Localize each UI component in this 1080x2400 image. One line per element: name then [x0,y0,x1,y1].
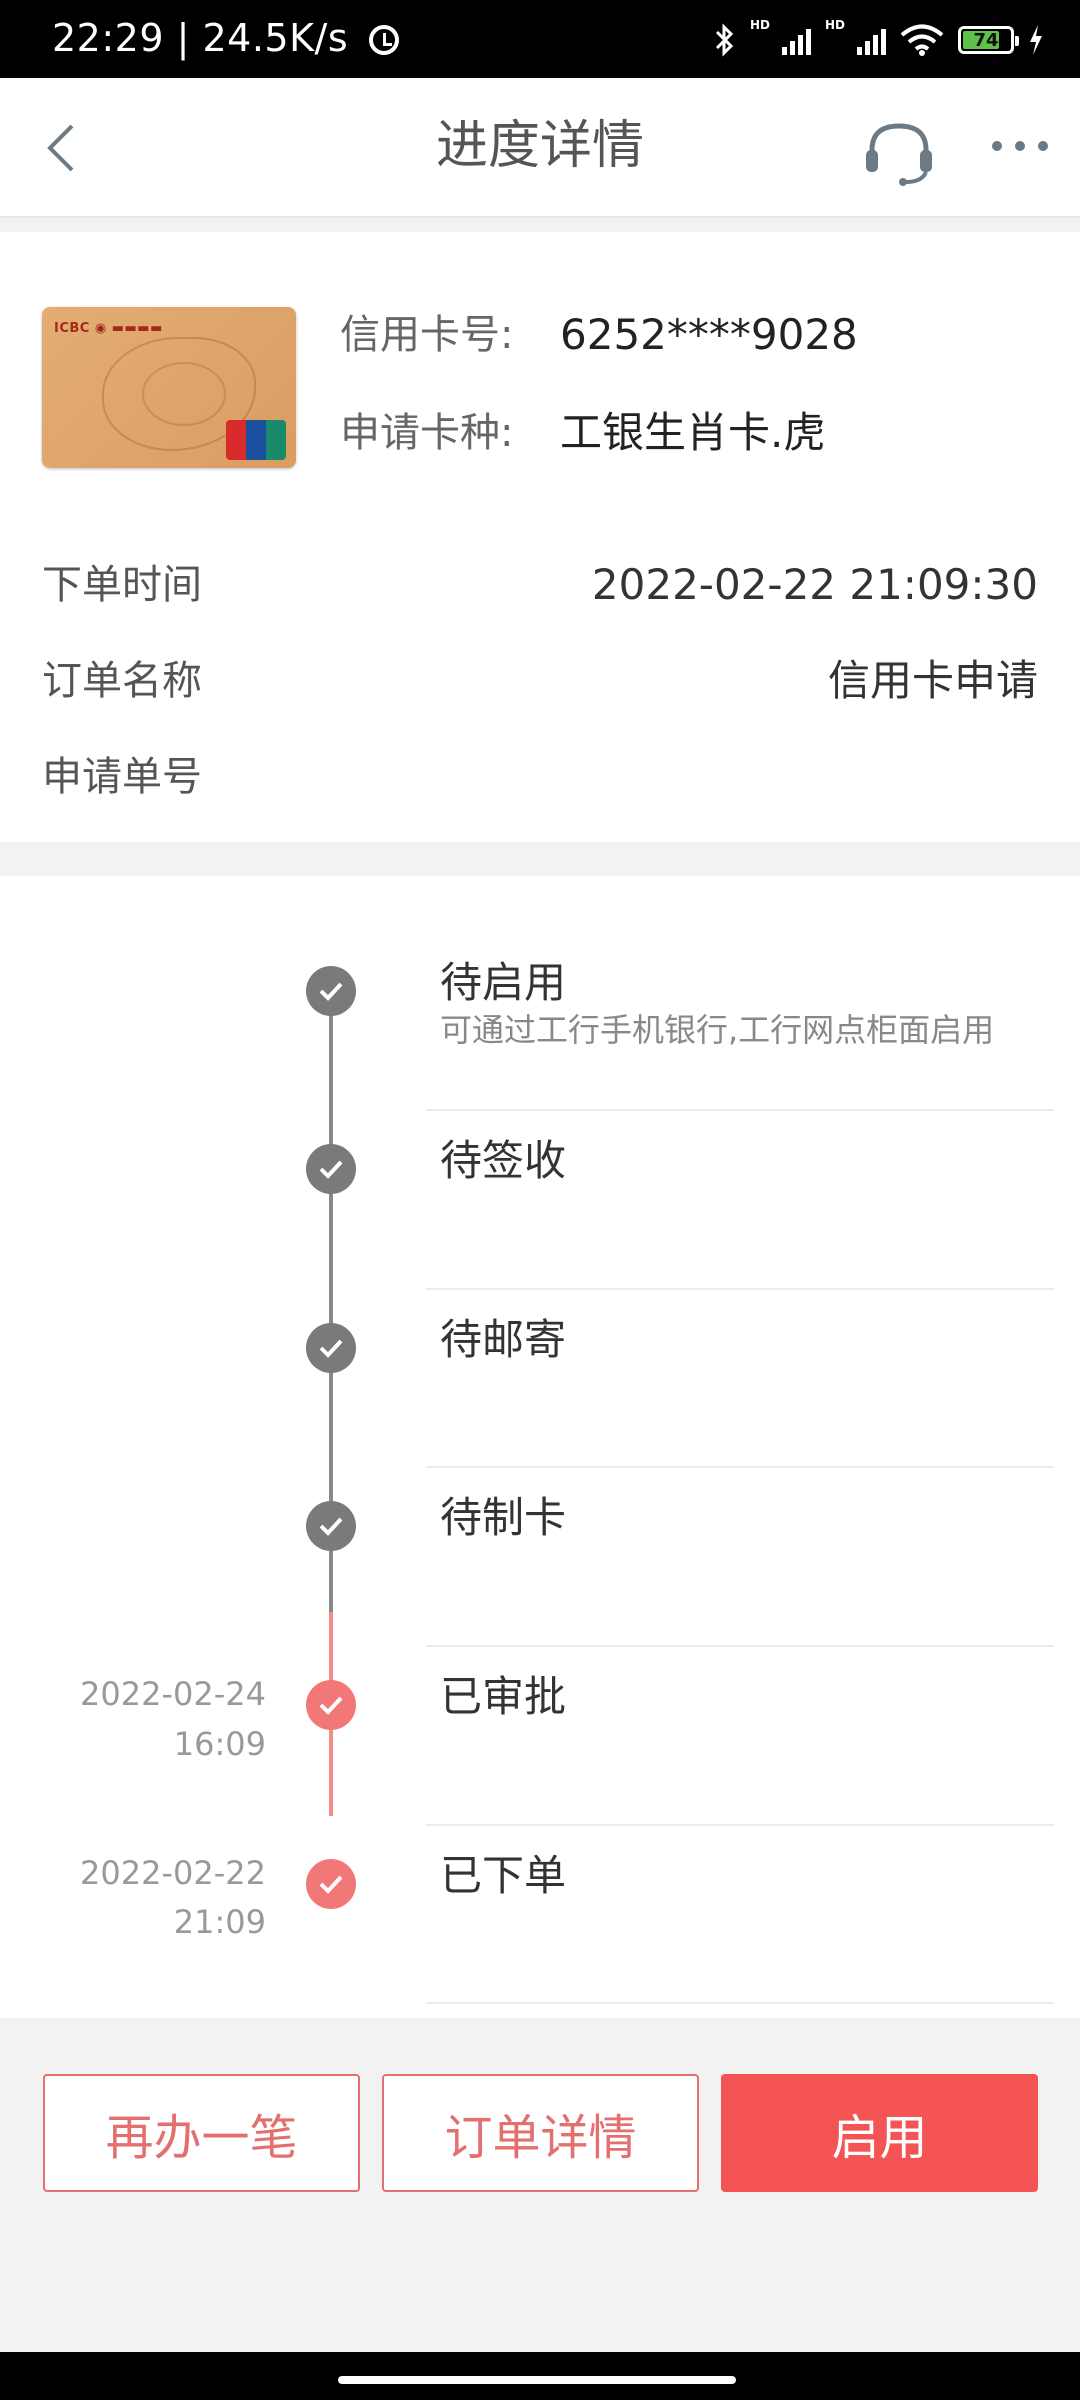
network-speed: 24.5K/s [202,16,349,60]
divider [426,2002,1054,2004]
bank-logo: ICBC ◉ ▬▬▬▬ [54,321,163,336]
step-time: 16:09 [173,1725,266,1763]
order-detail-button[interactable]: 订单详情 [382,2074,699,2192]
battery-icon: 74 [958,26,1019,54]
step-check-icon [306,966,356,1016]
step-title: 待邮寄 [440,1315,567,1364]
unionpay-logo [226,420,286,460]
apply-again-button[interactable]: 再办一笔 [43,2074,360,2192]
order-time-label: 下单时间 [42,562,202,608]
step-check-icon [306,1323,356,1373]
credit-card-image: ICBC ◉ ▬▬▬▬ [42,307,296,468]
step-date: 2022-02-24 [80,1675,266,1713]
more-button[interactable] [985,126,1055,166]
step-title: 待制卡 [440,1493,567,1542]
card-type-label: 申请卡种: [340,410,514,456]
order-time-value: 2022-02-22 21:09:30 [591,560,1038,609]
charging-icon [1030,25,1042,55]
status-left: 22:29 | 24.5K/s [52,16,399,60]
divider [426,1466,1054,1468]
order-name-label: 订单名称 [42,658,202,704]
home-indicator[interactable] [0,2352,1080,2400]
progress-timeline: 待启用 可通过工行手机银行,工行网点柜面启用 待签收 待邮寄 待制卡 2022-… [0,876,1080,2018]
status-time: 22:29 [52,16,165,60]
more-icon [992,141,1048,151]
step-check-icon [306,1859,356,1909]
customer-service-button[interactable] [862,118,936,188]
activate-button[interactable]: 启用 [721,2074,1038,2192]
wifi-icon [900,24,944,56]
card-type-value: 工银生肖卡.虎 [560,408,826,457]
step-title: 已下单 [440,1851,567,1900]
card-number-label: 信用卡号: [340,312,514,358]
status-bar: 22:29 | 24.5K/s HD HD 74 [0,0,1080,78]
step-check-icon [306,1680,356,1730]
step-title: 已审批 [440,1672,567,1721]
divider [426,1109,1054,1111]
card-number-value: 6252****9028 [560,310,858,359]
order-info-section: ICBC ◉ ▬▬▬▬ 信用卡号: 6252****9028 申请卡种: 工银生… [0,232,1080,842]
alarm-icon [368,25,399,55]
step-title: 待启用 [440,958,567,1007]
step-check-icon [306,1144,356,1194]
step-check-icon [306,1501,356,1551]
application-number-label: 申请单号 [42,754,202,800]
step-date: 2022-02-22 [80,1854,266,1892]
step-time: 21:09 [173,1903,266,1941]
step-subtitle: 可通过工行手机银行,工行网点柜面启用 [440,1011,995,1049]
divider [426,1288,1054,1290]
headset-icon [866,123,932,186]
signal-icon-2 [857,25,886,55]
divider [426,1645,1054,1647]
signal-icon [781,25,811,55]
bluetooth-icon [715,23,734,57]
order-name-value: 信用卡申请 [827,656,1038,705]
divider [426,1824,1054,1826]
header: 进度详情 [0,78,1080,218]
step-title: 待签收 [440,1136,567,1185]
status-right: HD HD 74 [714,18,1044,62]
